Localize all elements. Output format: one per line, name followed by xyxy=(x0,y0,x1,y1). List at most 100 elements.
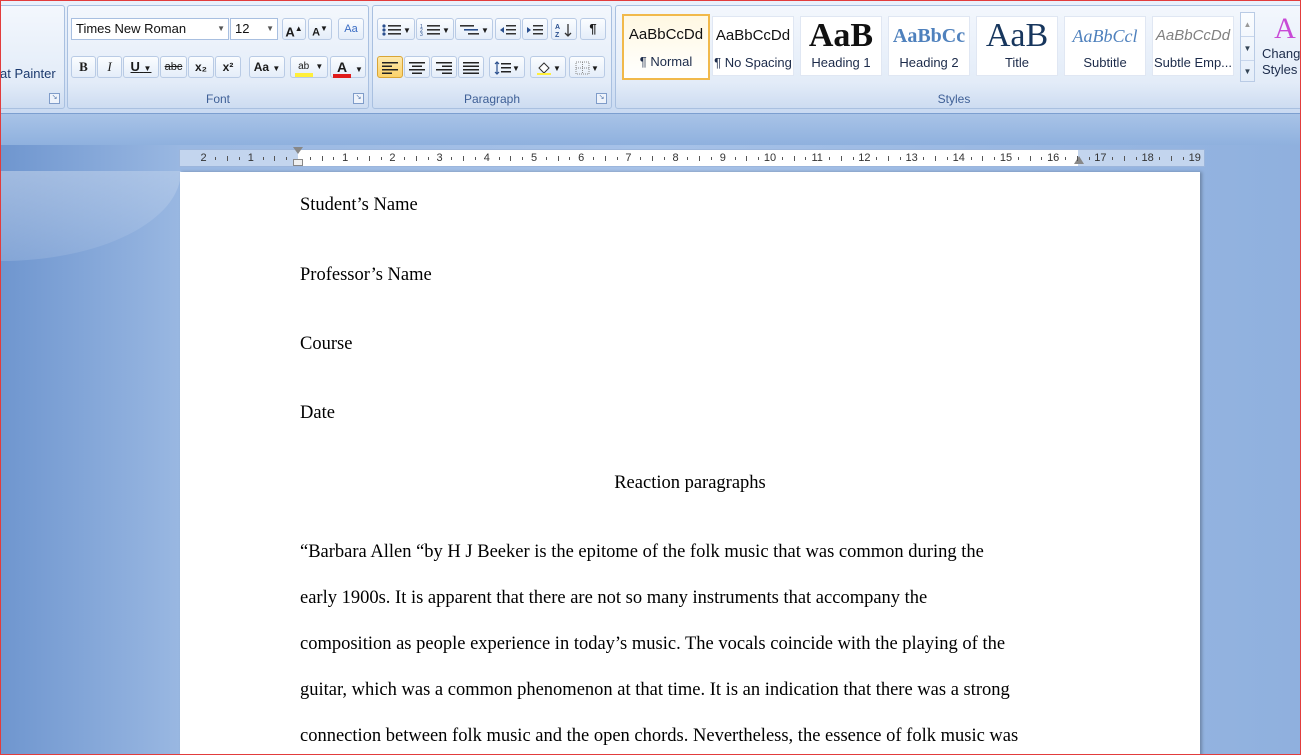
document-page[interactable]: Student’s Name Professor’s Name Course D… xyxy=(180,172,1200,754)
chevron-down-icon[interactable]: ▼ xyxy=(144,64,152,73)
format-painter-button[interactable]: at Painter xyxy=(1,66,56,81)
style-sample: AaBbCcDd xyxy=(1155,27,1231,44)
chevron-down-icon[interactable]: ▼ xyxy=(591,64,599,73)
chevron-down-icon[interactable]: ▼ xyxy=(315,62,323,71)
left-indent-marker[interactable] xyxy=(293,159,303,166)
right-indent-marker[interactable] xyxy=(1074,156,1084,164)
shrink-font-button[interactable]: A▼ xyxy=(308,18,332,40)
font-color-button[interactable]: A ▼ xyxy=(330,56,366,78)
body-line[interactable]: guitar, which was a common phenomenon at… xyxy=(300,680,1010,701)
line-spacing-button[interactable]: ▼ xyxy=(489,56,525,78)
grow-font-button[interactable]: A▲ xyxy=(282,18,306,40)
document-title[interactable]: Reaction paragraphs xyxy=(300,473,1080,494)
italic-button[interactable]: I xyxy=(97,56,122,78)
ruler-tick-mark xyxy=(522,157,524,160)
clipboard-launcher-icon[interactable]: ↘ xyxy=(49,93,60,104)
ruler-tick-mark xyxy=(829,157,830,160)
style-no-spacing[interactable]: AaBbCcDd ¶ No Spacing xyxy=(712,16,794,76)
sort-button[interactable]: AZ xyxy=(551,18,577,40)
superscript-button[interactable]: x² xyxy=(215,56,241,78)
ruler-tick-label: 1 xyxy=(247,152,254,164)
body-line[interactable]: connection between folk music and the op… xyxy=(300,726,1018,747)
bullets-button[interactable]: ▼ xyxy=(377,18,415,40)
style-name: ¶ Normal xyxy=(639,54,693,69)
underline-button[interactable]: U ▼ xyxy=(123,56,159,78)
style-subtle-emphasis[interactable]: AaBbCcDd Subtle Emp... xyxy=(1152,16,1234,76)
body-line[interactable]: early 1900s. It is apparent that there a… xyxy=(300,588,927,609)
ruler-tick-mark xyxy=(970,157,972,160)
ruler-tick-mark xyxy=(640,157,642,160)
scroll-up-icon[interactable]: ▲ xyxy=(1241,13,1254,36)
ruler-tick-mark xyxy=(1159,157,1161,160)
chevron-down-icon[interactable]: ▼ xyxy=(217,19,225,39)
word-window: at Painter ↘ Times New Roman ▼ 12 ▼ A▲ A… xyxy=(0,0,1301,755)
ruler-tick-mark xyxy=(687,157,689,160)
font-group: Times New Roman ▼ 12 ▼ A▲ A▼ Aa B I U ▼ … xyxy=(67,5,369,109)
multilevel-list-icon xyxy=(460,24,480,35)
student-name-line[interactable]: Student’s Name xyxy=(300,195,418,216)
borders-icon xyxy=(575,61,590,75)
date-line[interactable]: Date xyxy=(300,403,335,424)
align-left-button[interactable] xyxy=(377,56,403,78)
style-title[interactable]: AaB Title xyxy=(976,16,1058,76)
numbering-button[interactable]: 1 2 3 ▼ xyxy=(416,18,454,40)
font-size-combo[interactable]: 12 ▼ xyxy=(230,18,278,40)
chevron-down-icon[interactable]: ▼ xyxy=(553,64,561,73)
borders-button[interactable]: ▼ xyxy=(569,56,605,78)
font-name-combo[interactable]: Times New Roman ▼ xyxy=(71,18,229,40)
styles-scroll: ▲ ▼ ▼ xyxy=(1240,12,1255,82)
professor-name-line[interactable]: Professor’s Name xyxy=(300,265,432,286)
subscript-button[interactable]: x₂ xyxy=(188,56,214,78)
chevron-down-icon[interactable]: ▼ xyxy=(355,65,363,74)
chevron-down-icon[interactable]: ▼ xyxy=(512,64,520,73)
font-color-icon: A xyxy=(333,60,352,78)
body-line[interactable]: composition as people experience in toda… xyxy=(300,634,1005,655)
style-subtitle[interactable]: AaBbCcl Subtitle xyxy=(1064,16,1146,76)
shading-button[interactable]: ▼ xyxy=(530,56,566,78)
grow-font-icon: A xyxy=(285,24,295,40)
chevron-down-icon[interactable]: ▼ xyxy=(442,26,450,35)
sort-icon: AZ xyxy=(555,23,572,39)
chevron-down-icon[interactable]: ▼ xyxy=(403,26,411,35)
change-case-button[interactable]: Aa ▼ xyxy=(249,56,285,78)
ruler-tick-mark xyxy=(215,157,217,160)
ruler-tick-mark xyxy=(758,157,760,160)
show-marks-button[interactable]: ¶ xyxy=(580,18,606,40)
style-normal[interactable]: AaBbCcDd ¶ Normal xyxy=(622,14,710,80)
paragraph-launcher-icon[interactable]: ↘ xyxy=(596,93,607,104)
align-right-button[interactable] xyxy=(431,56,457,78)
more-styles-icon[interactable]: ▼ xyxy=(1241,60,1254,83)
underline-icon: U xyxy=(130,59,140,74)
ruler-tick-mark xyxy=(309,157,311,160)
clear-formatting-button[interactable]: Aa xyxy=(338,18,364,40)
ruler-tick-mark xyxy=(227,156,229,161)
style-name: ¶ No Spacing xyxy=(714,55,792,70)
styles-group-label: Styles xyxy=(937,92,971,106)
chevron-down-icon[interactable]: ▼ xyxy=(481,26,489,35)
style-heading-1[interactable]: AaB Heading 1 xyxy=(800,16,882,76)
style-name: Title xyxy=(1004,55,1030,70)
change-case-icon: Aa xyxy=(253,60,270,74)
ruler-tick-mark xyxy=(711,157,712,160)
highlight-button[interactable]: ab ▼ xyxy=(290,56,328,78)
style-name: Heading 1 xyxy=(811,55,871,70)
ruler-tick-label: 16 xyxy=(1047,152,1060,164)
align-center-button[interactable] xyxy=(404,56,430,78)
style-heading-2[interactable]: AaBbCc Heading 2 xyxy=(888,16,970,76)
chevron-down-icon[interactable]: ▼ xyxy=(266,19,274,39)
strikethrough-button[interactable]: abc xyxy=(160,56,187,78)
course-line[interactable]: Course xyxy=(300,334,352,355)
font-launcher-icon[interactable]: ↘ xyxy=(353,93,364,104)
decrease-indent-button[interactable] xyxy=(495,18,521,40)
first-line-indent-marker[interactable] xyxy=(293,147,303,154)
bold-button[interactable]: B xyxy=(71,56,96,78)
multilevel-list-button[interactable]: ▼ xyxy=(455,18,493,40)
increase-indent-button[interactable] xyxy=(522,18,548,40)
scroll-down-icon[interactable]: ▼ xyxy=(1241,36,1254,60)
horizontal-ruler[interactable]: 2 1 1 2 3 4 5 6 7 8 9 10 11 12 13 14 15 16 17 18 19 xyxy=(179,147,1205,167)
justify-button[interactable] xyxy=(458,56,484,78)
change-styles-button[interactable]: A Change Styles xyxy=(1260,12,1300,92)
ruler-tick-mark xyxy=(1183,157,1184,160)
chevron-down-icon[interactable]: ▼ xyxy=(272,64,280,73)
body-line[interactable]: “Barbara Allen “by H J Beeker is the epi… xyxy=(300,542,984,563)
